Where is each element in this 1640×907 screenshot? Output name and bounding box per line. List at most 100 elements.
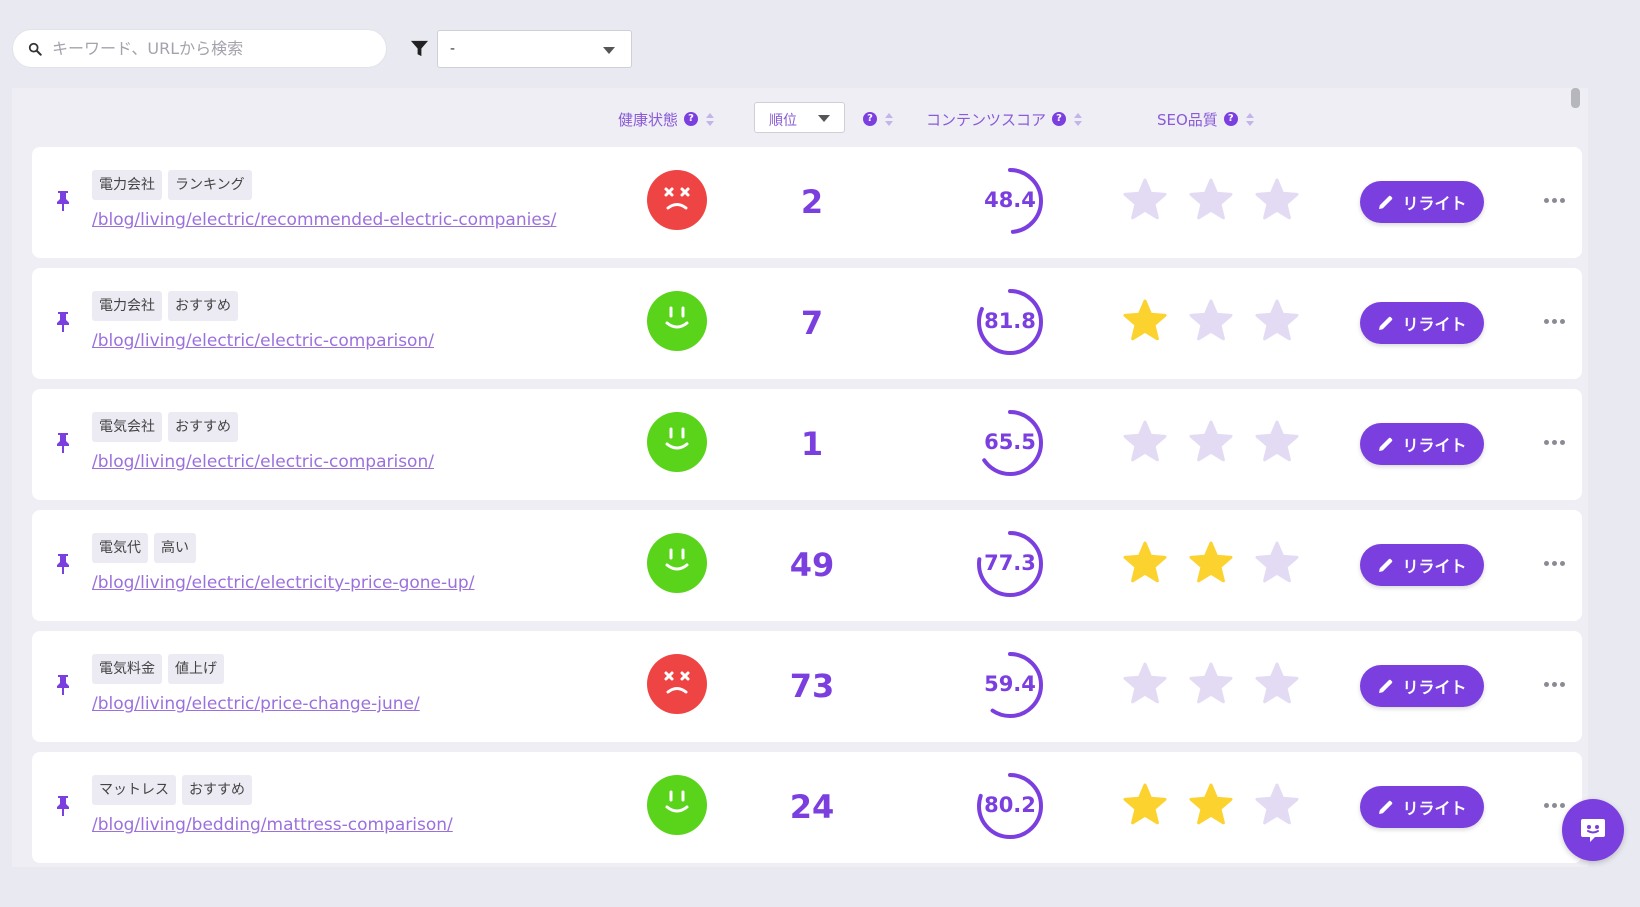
search-box[interactable] bbox=[12, 29, 387, 68]
star-filled-icon bbox=[1123, 541, 1167, 583]
table-row: 電気代 高い/blog/living/electric/electricity-p… bbox=[32, 510, 1582, 621]
content-score-gauge: 48.4 bbox=[974, 165, 1046, 237]
star-empty-icon bbox=[1189, 178, 1233, 220]
help-icon[interactable]: ? bbox=[684, 112, 699, 126]
scrollbar[interactable] bbox=[1571, 88, 1580, 108]
rewrite-button-label: リライト bbox=[1402, 801, 1467, 818]
chat-button[interactable] bbox=[1562, 799, 1624, 861]
content-score-gauge: 65.5 bbox=[974, 407, 1046, 479]
keyword-tag: 高い bbox=[154, 533, 196, 563]
keyword-tags: 電気代 高い bbox=[92, 533, 196, 563]
pencil-icon bbox=[1379, 800, 1393, 814]
rewrite-button[interactable]: リライト bbox=[1360, 665, 1484, 707]
star-empty-icon bbox=[1123, 662, 1167, 704]
sort-icon[interactable] bbox=[1074, 112, 1083, 126]
star-empty-icon bbox=[1255, 662, 1299, 704]
help-icon[interactable]: ? bbox=[863, 112, 877, 126]
star-filled-icon bbox=[1123, 299, 1167, 341]
rewrite-button[interactable]: リライト bbox=[1360, 302, 1484, 344]
seo-quality-stars bbox=[1122, 177, 1300, 223]
keyword-tag: おすすめ bbox=[168, 412, 238, 442]
column-seo-quality[interactable]: SEO品質 ? bbox=[1157, 104, 1254, 134]
content-score-value: 65.5 bbox=[984, 430, 1036, 454]
keyword-tag: ランキング bbox=[168, 170, 252, 200]
content-score-value: 48.4 bbox=[984, 188, 1036, 212]
article-url-link[interactable]: /blog/living/electric/price-change-june/ bbox=[92, 694, 420, 714]
more-options-icon[interactable] bbox=[1544, 556, 1568, 570]
keyword-tags: 電気料金 値上げ bbox=[92, 654, 224, 684]
keyword-tag: 電気会社 bbox=[92, 412, 162, 442]
more-options-icon[interactable] bbox=[1544, 677, 1568, 691]
table-row: マットレス おすすめ/blog/living/bedding/mattress-c… bbox=[32, 752, 1582, 863]
content-score-gauge: 77.3 bbox=[974, 528, 1046, 600]
rewrite-button[interactable]: リライト bbox=[1360, 181, 1484, 223]
more-options-icon[interactable] bbox=[1544, 798, 1568, 812]
help-icon[interactable]: ? bbox=[1223, 112, 1238, 126]
filter-select-value: - bbox=[450, 41, 456, 57]
pencil-icon bbox=[1379, 316, 1393, 330]
smile-face-icon bbox=[647, 775, 707, 835]
search-input[interactable] bbox=[52, 39, 362, 58]
article-url-link[interactable]: /blog/living/bedding/mattress-comparison… bbox=[92, 815, 453, 835]
content-score-value: 80.2 bbox=[984, 793, 1036, 817]
rewrite-button[interactable]: リライト bbox=[1360, 423, 1484, 465]
rewrite-button-label: リライト bbox=[1402, 438, 1467, 455]
filter-select[interactable]: - bbox=[437, 30, 632, 68]
sort-icon[interactable] bbox=[1245, 112, 1254, 126]
more-options-icon[interactable] bbox=[1544, 314, 1568, 328]
pin-icon[interactable] bbox=[54, 795, 72, 817]
rewrite-button[interactable]: リライト bbox=[1360, 544, 1484, 586]
article-url-link[interactable]: /blog/living/electric/electricity-price-… bbox=[92, 573, 474, 593]
pin-icon[interactable] bbox=[54, 674, 72, 696]
chevron-down-icon bbox=[818, 115, 830, 122]
column-health[interactable]: 健康状態 ? bbox=[618, 104, 715, 134]
article-url-link[interactable]: /blog/living/electric/recommended-electr… bbox=[92, 210, 556, 230]
rank-value: 2 bbox=[800, 183, 824, 221]
keyword-tag: 値上げ bbox=[168, 654, 224, 684]
seo-quality-stars bbox=[1122, 298, 1300, 344]
pin-icon[interactable] bbox=[54, 190, 72, 212]
keyword-tags: 電力会社 おすすめ bbox=[92, 291, 238, 321]
seo-quality-stars bbox=[1122, 540, 1300, 586]
column-content-score-label: コンテンツスコア bbox=[926, 110, 1047, 129]
seo-quality-stars bbox=[1122, 419, 1300, 465]
rank-select[interactable]: 順位 bbox=[754, 102, 845, 133]
pin-icon[interactable] bbox=[54, 553, 72, 575]
article-url-link[interactable]: /blog/living/electric/electric-compariso… bbox=[92, 331, 434, 351]
column-content-score[interactable]: コンテンツスコア ? bbox=[926, 104, 1083, 134]
smile-face-icon bbox=[647, 291, 707, 351]
toolbar: - bbox=[0, 0, 1640, 88]
content-score-value: 77.3 bbox=[984, 551, 1036, 575]
article-url-link[interactable]: /blog/living/electric/electric-compariso… bbox=[92, 452, 434, 472]
more-options-icon[interactable] bbox=[1544, 193, 1568, 207]
rewrite-button-label: リライト bbox=[1402, 317, 1467, 334]
rewrite-button-label: リライト bbox=[1402, 196, 1467, 213]
keyword-tag: マットレス bbox=[92, 775, 176, 805]
sort-icon[interactable] bbox=[885, 112, 893, 126]
pin-icon[interactable] bbox=[54, 311, 72, 333]
more-options-icon[interactable] bbox=[1544, 435, 1568, 449]
star-empty-icon bbox=[1255, 420, 1299, 462]
star-empty-icon bbox=[1189, 299, 1233, 341]
help-icon[interactable]: ? bbox=[1052, 112, 1067, 126]
star-empty-icon bbox=[1255, 541, 1299, 583]
keyword-tag: 電気代 bbox=[92, 533, 148, 563]
table-row: 電力会社 おすすめ/blog/living/electric/electric-c… bbox=[32, 268, 1582, 379]
column-seo-quality-label: SEO品質 bbox=[1157, 110, 1218, 129]
rewrite-button[interactable]: リライト bbox=[1360, 786, 1484, 828]
star-empty-icon bbox=[1189, 420, 1233, 462]
content-score-value: 81.8 bbox=[984, 309, 1036, 333]
star-empty-icon bbox=[1189, 662, 1233, 704]
smile-face-icon bbox=[647, 533, 707, 593]
star-filled-icon bbox=[1123, 783, 1167, 825]
sort-icon[interactable] bbox=[706, 112, 715, 126]
keyword-tags: 電気会社 おすすめ bbox=[92, 412, 238, 442]
content-score-gauge: 59.4 bbox=[974, 649, 1046, 721]
pin-icon[interactable] bbox=[54, 432, 72, 454]
rank-value: 7 bbox=[800, 304, 824, 342]
sad-face-icon bbox=[647, 170, 707, 230]
rewrite-button-label: リライト bbox=[1402, 680, 1467, 697]
filter-icon[interactable] bbox=[410, 39, 429, 58]
content-score-gauge: 81.8 bbox=[974, 286, 1046, 358]
keyword-tags: 電力会社 ランキング bbox=[92, 170, 252, 200]
